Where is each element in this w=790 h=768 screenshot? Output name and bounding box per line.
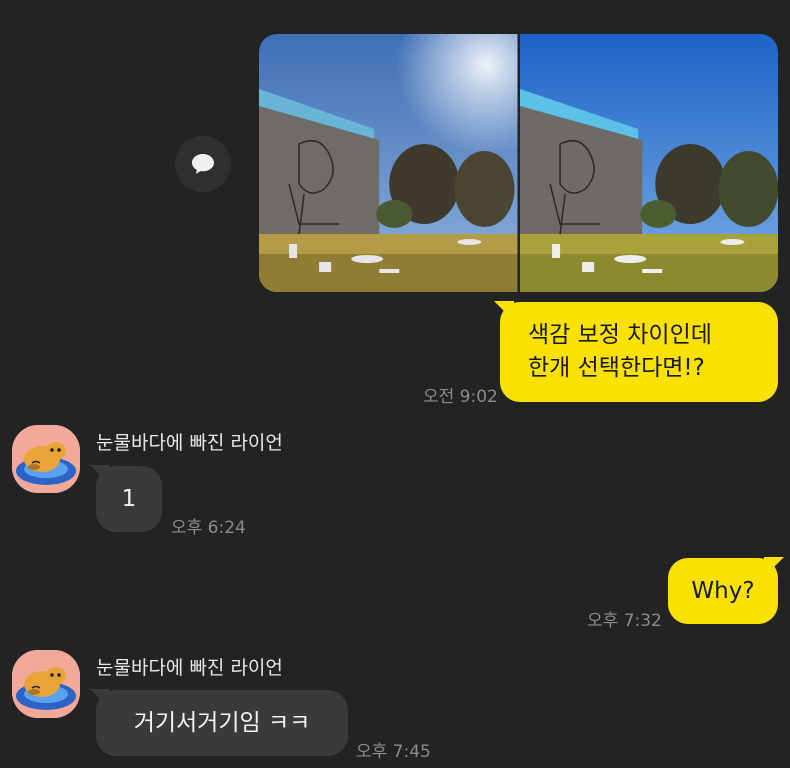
incoming-message-bubble[interactable]: 1 xyxy=(90,465,162,532)
photo-right[interactable] xyxy=(519,34,778,292)
message-time: 오후 7:45 xyxy=(356,742,431,762)
bubble-tail xyxy=(494,301,514,321)
chat-screen: 색감 보정 차이인데 한개 선택한다면!? 오전 9:02 눈물바다에 빠진 라… xyxy=(0,0,790,768)
incoming-message-bubble[interactable]: 거기서거기임 ㅋㅋ xyxy=(90,689,348,756)
sender-avatar[interactable] xyxy=(12,650,80,718)
bubble-tail xyxy=(764,557,784,577)
sender-name: 눈물바다에 빠진 라이언 xyxy=(96,657,283,679)
ryan-lion-avatar xyxy=(12,425,80,493)
outgoing-message-bubble[interactable]: 색감 보정 차이인데 한개 선택한다면!? xyxy=(494,301,778,402)
share-button[interactable] xyxy=(175,136,231,192)
sender-avatar[interactable] xyxy=(12,425,80,493)
message-time: 오후 7:32 xyxy=(587,611,662,631)
message-text: Why? xyxy=(691,577,755,604)
bubble-tail xyxy=(90,689,110,709)
message-text: 색감 보정 차이인데 한개 선택한다면!? xyxy=(528,322,712,381)
speech-bubble-icon xyxy=(192,154,214,174)
photo-left[interactable] xyxy=(259,34,518,292)
photo-attachment-group[interactable] xyxy=(259,34,778,292)
sender-name: 눈물바다에 빠진 라이언 xyxy=(96,432,283,454)
bubble-tail xyxy=(90,465,110,485)
message-time: 오후 6:24 xyxy=(171,518,246,538)
message-time: 오전 9:02 xyxy=(423,387,498,407)
ryan-lion-avatar xyxy=(12,650,80,718)
outgoing-message-bubble[interactable]: Why? xyxy=(668,557,784,624)
message-text: 거기서거기임 ㅋㅋ xyxy=(133,709,311,736)
message-text: 1 xyxy=(121,485,137,512)
